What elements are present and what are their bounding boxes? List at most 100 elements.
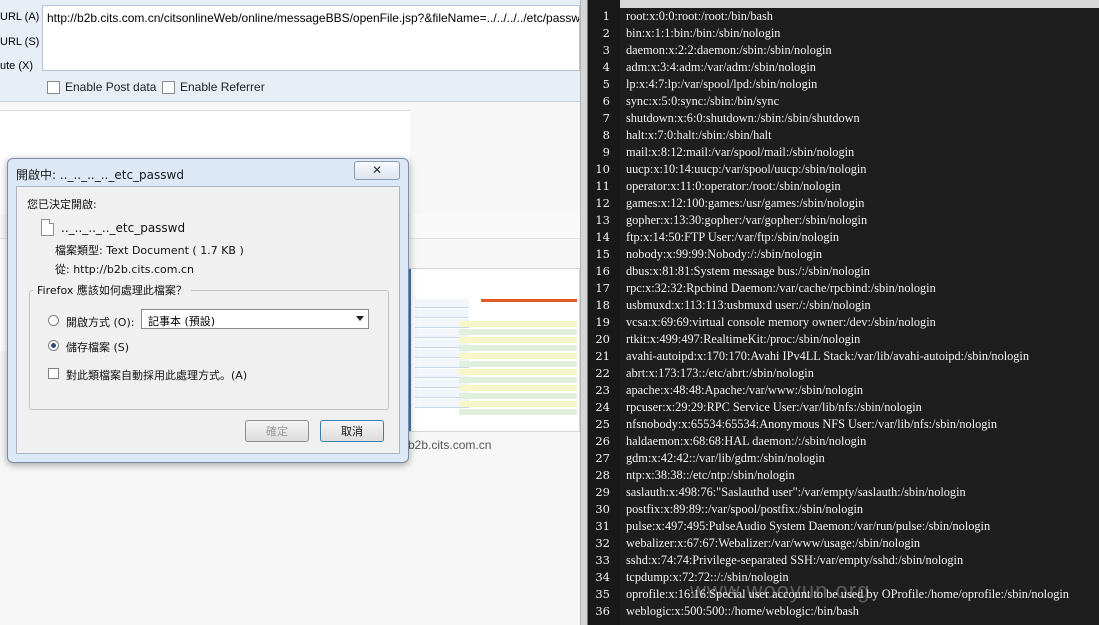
code-line[interactable]: ntp:x:38:38::/etc/ntp:/sbin/nologin — [626, 467, 795, 484]
line-number: 10 — [595, 162, 610, 176]
code-line[interactable]: games:x:12:100:games:/usr/games:/sbin/no… — [626, 195, 864, 212]
enable-post-label: Enable Post data — [65, 80, 157, 94]
line-number: 6 — [602, 94, 610, 108]
code-line[interactable]: rpcuser:x:29:29:RPC Service User:/var/li… — [626, 399, 922, 416]
line-number: 3 — [602, 43, 610, 57]
code-line[interactable]: postfix:x:89:89::/var/spool/postfix:/sbi… — [626, 501, 863, 518]
code-line[interactable]: gopher:x:13:30:gopher:/var/gopher:/sbin/… — [626, 212, 867, 229]
thumbnail-table-row — [459, 353, 577, 359]
thumbnail-heading — [481, 299, 577, 302]
thumbnail-table-row — [459, 401, 577, 407]
split-url-button[interactable]: URL (S) — [0, 36, 39, 48]
file-type: 檔案類型: Text Document ( 1.7 KB ) — [55, 244, 244, 257]
code-line[interactable]: dbus:x:81:81:System message bus:/:/sbin/… — [626, 263, 870, 280]
cancel-button[interactable]: 取消 — [320, 420, 384, 442]
line-number: 8 — [602, 128, 610, 142]
download-dialog: 開啟中: .._.._.._.._etc_passwd ✕ 您已決定開啟: ..… — [7, 158, 409, 463]
code-line[interactable]: lp:x:4:7:lp:/var/spool/lpd:/sbin/nologin — [626, 76, 817, 93]
line-number-gutter: 1 2 3 4 5 6 7 8 9 10 11 12 13 14 15 16 17 18 19 20 21 22 23 24 2… — [588, 0, 620, 625]
thumbnail-table-row — [459, 345, 577, 351]
text-editor[interactable]: 1 2 3 4 5 6 7 8 9 10 11 12 13 14 15 16 17 18 19 20 21 22 23 24 2… — [588, 0, 1099, 625]
code-line[interactable]: sshd:x:74:74:Privilege-separated SSH:/va… — [626, 552, 963, 569]
line-number: 28 — [595, 468, 610, 482]
code-line[interactable]: avahi-autoipd:x:170:170:Avahi IPv4LL Sta… — [626, 348, 1029, 365]
code-line[interactable]: pulse:x:497:495:PulseAudio System Daemon… — [626, 518, 990, 535]
thumbnail-table-row — [459, 385, 577, 391]
code-line[interactable]: bin:x:1:1:bin:/bin:/sbin/nologin — [626, 25, 780, 42]
code-line[interactable]: ftp:x:14:50:FTP User:/var/ftp:/sbin/nolo… — [626, 229, 839, 246]
close-button[interactable]: ✕ — [354, 161, 400, 180]
line-number: 15 — [595, 247, 610, 261]
checkbox-box[interactable] — [47, 80, 60, 94]
line-number: 11 — [595, 179, 610, 193]
line-number: 16 — [595, 264, 610, 278]
application-select-value: 記事本 (預設) — [148, 315, 216, 328]
save-file-radio[interactable] — [48, 340, 59, 351]
code-line[interactable]: gdm:x:42:42::/var/lib/gdm:/sbin/nologin — [626, 450, 825, 467]
line-number: 5 — [602, 77, 610, 91]
code-line[interactable]: nfsnobody:x:65534:65534:Anonymous NFS Us… — [626, 416, 997, 433]
code-line[interactable]: daemon:x:2:2:daemon:/sbin:/sbin/nologin — [626, 42, 832, 59]
code-line[interactable]: shutdown:x:6:0:shutdown:/sbin:/sbin/shut… — [626, 110, 860, 127]
line-number: 9 — [602, 145, 610, 159]
code-line[interactable]: uucp:x:10:14:uucp:/var/spool/uucp:/sbin/… — [626, 161, 866, 178]
site-thumbnail[interactable] — [400, 268, 580, 432]
code-line[interactable]: halt:x:7:0:halt:/sbin:/sbin/halt — [626, 127, 772, 144]
line-number: 2 — [602, 26, 610, 40]
split-url-key: (S) — [24, 36, 40, 48]
code-line[interactable]: usbmuxd:x:113:113:usbmuxd user:/:/sbin/n… — [626, 297, 871, 314]
code-line[interactable]: root:x:0:0:root:/root:/bin/bash — [626, 8, 773, 25]
auto-handle-checkbox[interactable] — [48, 368, 59, 379]
code-line[interactable]: weblogic:x:500:500::/home/weblogic:/bin/… — [626, 603, 859, 620]
execute-button[interactable]: ute (X) — [0, 60, 33, 72]
line-number: 21 — [595, 349, 610, 363]
url-input[interactable]: http://b2b.cits.com.cn/citsonlineWeb/onl… — [42, 5, 580, 71]
document-icon — [41, 219, 54, 236]
dialog-body: 您已決定開啟: .._.._.._.._etc_passwd 檔案類型: Tex… — [16, 186, 400, 454]
application-select[interactable]: 記事本 (預設) — [141, 309, 369, 329]
split-url-label: URL — [0, 36, 22, 48]
load-url-button[interactable]: URL (A) — [0, 11, 39, 23]
code-line[interactable]: sync:x:5:0:sync:/sbin:/bin/sync — [626, 93, 779, 110]
open-with-label[interactable]: 開啟方式 (O): — [66, 314, 134, 330]
code-line[interactable]: rtkit:x:499:497:RealtimeKit:/proc:/sbin/… — [626, 331, 860, 348]
line-number: 1 — [602, 9, 610, 23]
watermark: www.wooyun.org — [690, 578, 871, 603]
handling-question: Firefox 應該如何處理此檔案？ — [33, 282, 191, 298]
save-file-label[interactable]: 儲存檔案 (S) — [66, 339, 129, 355]
thumbnail-nav-item — [415, 299, 469, 308]
enable-referrer-checkbox[interactable]: Enable Referrer — [162, 80, 265, 94]
line-number: 23 — [595, 383, 610, 397]
code-line[interactable]: rpc:x:32:32:Rpcbind Daemon:/var/cache/rp… — [626, 280, 936, 297]
thumbnail-table-row — [459, 361, 577, 367]
code-line[interactable]: operator:x:11:0:operator:/root:/sbin/nol… — [626, 178, 841, 195]
chevron-down-icon — [356, 316, 364, 321]
line-number: 19 — [595, 315, 610, 329]
open-with-radio[interactable] — [48, 315, 59, 326]
load-url-key: (A) — [24, 11, 40, 23]
line-number: 25 — [595, 417, 610, 431]
window-splitter[interactable] — [580, 0, 588, 625]
ok-button[interactable]: 確定 — [245, 420, 309, 442]
enable-post-checkbox[interactable]: Enable Post data — [47, 80, 156, 94]
thumbnail-table-row — [459, 321, 577, 327]
line-number: 32 — [595, 536, 610, 550]
thumbnail-url[interactable]: b2b.cits.com.cn — [408, 438, 491, 452]
code-line[interactable]: haldaemon:x:68:68:HAL daemon:/:/sbin/nol… — [626, 433, 866, 450]
code-line[interactable]: saslauth:x:498:76:"Saslauthd user":/var/… — [626, 484, 966, 501]
checkbox-box[interactable] — [162, 80, 175, 94]
code-line[interactable]: webalizer:x:67:67:Webalizer:/var/www/usa… — [626, 535, 920, 552]
code-line[interactable]: abrt:x:173:173::/etc/abrt:/sbin/nologin — [626, 365, 814, 382]
auto-handle-label[interactable]: 對此類檔案自動採用此處理方式。(A) — [66, 367, 247, 383]
thumbnail-table-row — [459, 369, 577, 375]
code-line[interactable]: nobody:x:99:99:Nobody:/:/sbin/nologin — [626, 246, 822, 263]
line-number: 14 — [595, 230, 610, 244]
editor-top-strip — [620, 0, 1099, 8]
code-line[interactable]: vcsa:x:69:69:virtual console memory owne… — [626, 314, 936, 331]
code-line[interactable]: apache:x:48:48:Apache:/var/www:/sbin/nol… — [626, 382, 863, 399]
load-url-label: URL — [0, 11, 22, 23]
line-number: 7 — [602, 111, 610, 125]
code-line[interactable]: mail:x:8:12:mail:/var/spool/mail:/sbin/n… — [626, 144, 854, 161]
dialog-title: 開啟中: .._.._.._.._etc_passwd — [16, 168, 184, 182]
code-line[interactable]: adm:x:3:4:adm:/var/adm:/sbin/nologin — [626, 59, 816, 76]
